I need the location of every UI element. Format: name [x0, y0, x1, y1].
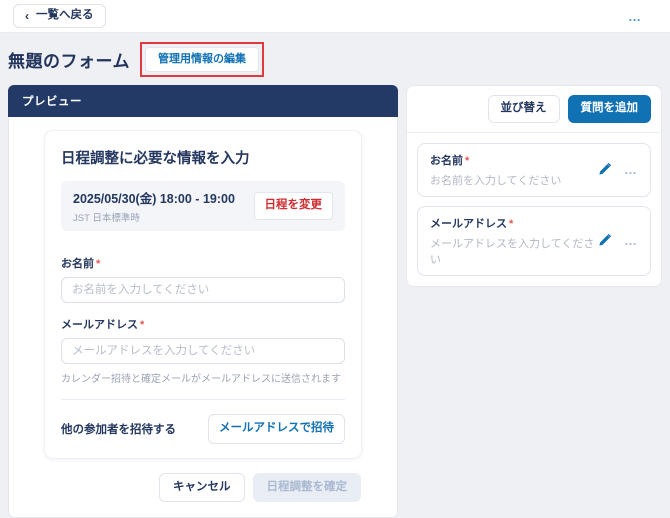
- edit-pencil-icon[interactable]: [598, 234, 611, 247]
- admin-info-edit-button[interactable]: 管理用情報の編集: [145, 47, 259, 72]
- question-actions: …: [598, 163, 638, 176]
- invite-by-email-button[interactable]: メールアドレスで招待: [208, 414, 345, 444]
- question-item-email[interactable]: メールアドレス* メールアドレスを入力してください …: [417, 206, 651, 276]
- question-item-name[interactable]: お名前* お名前を入力してください …: [417, 143, 651, 197]
- question-placeholder-preview: メールアドレスを入力してください: [430, 235, 598, 267]
- email-label-text: メールアドレス: [61, 319, 138, 331]
- question-more-icon[interactable]: …: [624, 163, 638, 176]
- question-text: お名前* お名前を入力してください: [430, 152, 561, 188]
- name-label-text: お名前: [61, 258, 94, 270]
- page-header: 無題のフォーム 管理用情報の編集: [0, 33, 670, 85]
- question-label-text: メールアドレス: [430, 218, 507, 230]
- invite-label: 他の参加者を招待する: [61, 421, 176, 437]
- overflow-menu-icon[interactable]: …: [628, 10, 642, 23]
- preview-panel-title: プレビュー: [8, 85, 398, 117]
- main-content: プレビュー 日程調整に必要な情報を入力 2025/05/30(金) 18:00 …: [8, 85, 662, 518]
- required-asterisk: *: [509, 218, 513, 230]
- question-list: お名前* お名前を入力してください … メールアドレス* メールアドレスを入力: [407, 133, 661, 286]
- email-field-group: メールアドレス* カレンダー招待と確定メールがメールアドレスに送信されます: [61, 316, 345, 385]
- question-editor-panel: 並び替え 質問を追加 お名前* お名前を入力してください …: [406, 85, 662, 287]
- editor-toolbar: 並び替え 質問を追加: [407, 86, 661, 133]
- schedule-datetime: 2025/05/30(金) 18:00 - 19:00: [73, 188, 235, 207]
- required-asterisk: *: [465, 155, 469, 167]
- name-input[interactable]: [61, 277, 345, 303]
- preview-panel-body: 日程調整に必要な情報を入力 2025/05/30(金) 18:00 - 19:0…: [8, 117, 398, 518]
- preview-panel: プレビュー 日程調整に必要な情報を入力 2025/05/30(金) 18:00 …: [8, 85, 398, 518]
- question-actions: …: [598, 234, 638, 247]
- question-label: お名前*: [430, 152, 561, 168]
- back-to-list-label: 一覧へ戻る: [36, 10, 94, 22]
- form-card-heading: 日程調整に必要な情報を入力: [61, 147, 345, 168]
- reorder-button[interactable]: 並び替え: [488, 95, 560, 123]
- schedule-text: 2025/05/30(金) 18:00 - 19:00 JST 日本標準時: [73, 188, 235, 224]
- email-field-label: メールアドレス*: [61, 316, 345, 332]
- chevron-left-icon: ‹: [25, 10, 29, 22]
- preview-form-card: 日程調整に必要な情報を入力 2025/05/30(金) 18:00 - 19:0…: [45, 131, 361, 458]
- question-placeholder-preview: お名前を入力してください: [430, 172, 561, 188]
- required-asterisk: *: [96, 258, 100, 270]
- add-question-button[interactable]: 質問を追加: [568, 95, 652, 123]
- preview-footer: キャンセル 日程調整を確定: [45, 473, 361, 503]
- question-label: メールアドレス*: [430, 215, 598, 231]
- name-field-group: お名前*: [61, 255, 345, 303]
- question-text: メールアドレス* メールアドレスを入力してください: [430, 215, 598, 267]
- email-help-text: カレンダー招待と確定メールがメールアドレスに送信されます: [61, 370, 345, 385]
- schedule-timezone: JST 日本標準時: [73, 210, 235, 224]
- question-more-icon[interactable]: …: [624, 234, 638, 247]
- required-asterisk: *: [140, 319, 144, 331]
- red-highlight-annotation: 管理用情報の編集: [140, 42, 264, 77]
- page-title: 無題のフォーム: [8, 47, 130, 72]
- change-schedule-button[interactable]: 日程を変更: [254, 192, 334, 220]
- question-label-text: お名前: [430, 155, 463, 167]
- name-field-label: お名前*: [61, 255, 345, 271]
- email-input[interactable]: [61, 338, 345, 364]
- cancel-button[interactable]: キャンセル: [159, 473, 245, 503]
- back-to-list-button[interactable]: ‹ 一覧へ戻る: [13, 4, 106, 28]
- card-divider: [61, 399, 345, 400]
- confirm-schedule-button[interactable]: 日程調整を確定: [253, 473, 362, 503]
- top-bar: ‹ 一覧へ戻る …: [0, 0, 670, 33]
- invite-row: 他の参加者を招待する メールアドレスで招待: [61, 414, 345, 444]
- schedule-summary-box: 2025/05/30(金) 18:00 - 19:00 JST 日本標準時 日程…: [61, 181, 345, 231]
- edit-pencil-icon[interactable]: [598, 163, 611, 176]
